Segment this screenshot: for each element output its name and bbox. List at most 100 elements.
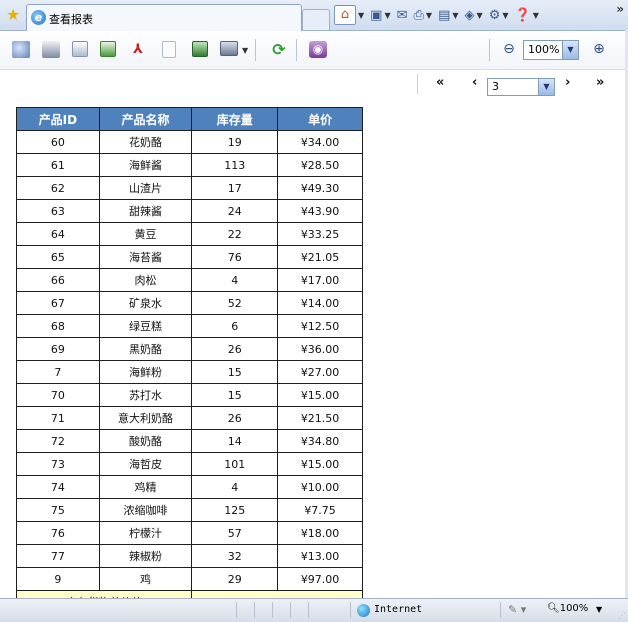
cell-product-id: 75 [16,498,100,522]
cell-stock: 125 [191,498,279,522]
cell-product-id: 64 [16,222,100,246]
export-pdf-icon[interactable]: ⅄ [129,41,147,58]
zoom-in-icon[interactable]: ⊕ [590,40,608,58]
cell-stock: 113 [191,153,279,177]
chevron-down-icon[interactable]: ▼ [538,79,554,95]
favorites-star-icon[interactable]: ★ [6,5,20,24]
toolbar-divider [296,39,297,61]
help-menu-button[interactable]: ❓ ▼ [515,8,539,23]
chevron-down-icon: ▼ [476,10,483,20]
cell-product-name: 苏打水 [98,383,193,407]
cell-product-name: 柠檬汁 [98,521,193,545]
print-icon[interactable] [42,41,60,58]
find-icon[interactable] [12,41,30,58]
security-zone: Internet [374,604,423,615]
table-row: 68 绿豆糕 6 ¥12.50 [16,314,363,338]
export-word-icon[interactable] [72,41,88,57]
cell-product-id: 62 [16,176,100,200]
tab-title: 查看报表 [49,13,93,26]
browser-tab[interactable]: e 查看报表 [26,4,302,31]
cell-stock: 4 [191,475,279,499]
feeds-button[interactable]: ▣ ▼ [370,8,390,23]
cell-unit-price: ¥21.05 [277,245,363,269]
protected-mode-icon[interactable]: ✎ ▾ [508,603,526,616]
cell-unit-price: ¥15.00 [277,452,363,476]
more-commands-chevron[interactable]: » [616,2,624,16]
cell-unit-price: ¥28.50 [277,153,363,177]
cell-product-name: 甜辣酱 [98,199,193,223]
column-header-product-id: 产品ID [16,107,100,131]
cell-unit-price: ¥18.00 [277,521,363,545]
new-tab-button[interactable] [302,9,330,30]
table-row: 62 山渣片 17 ¥49.30 [16,176,363,200]
ie-page-icon: e [31,10,46,25]
cell-unit-price: ¥17.00 [277,268,363,292]
mail-button[interactable]: ✉ [397,8,408,23]
last-page-button[interactable]: » [596,75,604,90]
chevron-down-icon[interactable]: ▼ [562,41,578,59]
cell-product-id: 63 [16,199,100,223]
cell-unit-price: ¥27.00 [277,360,363,384]
prev-page-button[interactable]: ‹ [472,75,477,90]
cell-product-name: 意大利奶酪 [98,406,193,430]
status-zoom[interactable]: 🔍︎100% [547,603,588,614]
cell-product-name: 花奶酪 [98,130,193,154]
command-bar: ⌂ ▼ ▣ ▼ ✉ ⎙ ▼ ▤ ▼ ◈ ▼ ⚙ ▼ ❓ ▼ [334,3,545,27]
cell-stock: 4 [191,268,279,292]
cell-product-id: 61 [16,153,100,177]
cell-product-name: 山渣片 [98,176,193,200]
cell-unit-price: ¥14.00 [277,291,363,315]
print-button[interactable]: ⎙ ▼ [414,8,433,23]
home-button[interactable]: ⌂ ▼ [334,5,364,25]
table-row: 60 花奶酪 19 ¥34.00 [16,130,363,154]
refresh-icon[interactable]: ⟳ [270,41,288,58]
cell-product-id: 67 [16,291,100,315]
cell-product-id: 72 [16,429,100,453]
safety-menu-button[interactable]: ◈ ▼ [465,8,483,23]
cell-product-name: 辣椒粉 [98,544,193,568]
status-bar: Internet ✎ ▾ 🔍︎100% ▼ ⋰ [0,598,628,622]
cell-stock: 32 [191,544,279,568]
inventory-report-table: 产品ID 产品名称 库存量 单价 60 花奶酪 19 ¥34.00 61 海鲜酱 113 ¥2… [15,107,363,614]
export-excel-icon[interactable] [100,41,116,57]
pager: « ‹ 3 ▼ › » [0,70,628,98]
export-image-icon[interactable] [192,41,208,57]
page-menu-button[interactable]: ▤ ▼ [438,8,458,23]
status-divider [308,602,309,618]
cell-unit-price: ¥10.00 [277,475,363,499]
status-divider [290,602,291,618]
zoom-out-icon[interactable]: ⊖ [500,40,518,58]
resize-grip-icon[interactable]: ⋰ [618,611,626,620]
report-toolbar: ⅄ ▼ ⟳ ◉ ⊖ 100% ▼ ⊕ [0,31,628,70]
column-header-product-name: 产品名称 [98,107,193,131]
cell-product-name: 鸡精 [98,475,193,499]
display-mode-icon[interactable] [220,41,238,56]
export-text-icon[interactable] [162,41,176,58]
tools-menu-button[interactable]: ⚙ ▼ [489,8,509,23]
page-select[interactable]: 3 ▼ [487,78,555,96]
cell-unit-price: ¥21.50 [277,406,363,430]
globe-icon [357,604,370,617]
shield-icon: ◈ [464,7,475,23]
cell-product-name: 浓缩咖啡 [98,498,193,522]
chevron-down-icon: ▼ [502,10,509,20]
cell-product-id: 60 [16,130,100,154]
table-row: 73 海哲皮 101 ¥15.00 [16,452,363,476]
chevron-down-icon[interactable]: ▼ [596,605,602,614]
table-row: 61 海鲜酱 113 ¥28.50 [16,153,363,177]
magnifier-icon: 🔍︎ [547,603,560,614]
cell-unit-price: ¥43.90 [277,199,363,223]
cell-stock: 15 [191,383,279,407]
cell-stock: 26 [191,406,279,430]
cell-unit-price: ¥13.00 [277,544,363,568]
first-page-button[interactable]: « [436,75,444,90]
cell-product-name: 绿豆糕 [98,314,193,338]
zoom-select[interactable]: 100% ▼ [523,40,579,60]
column-header-stock: 库存量 [191,107,279,131]
chevron-down-icon[interactable]: ▼ [242,46,248,55]
next-page-button[interactable]: › [565,75,570,90]
cell-product-id: 70 [16,383,100,407]
cell-product-id: 66 [16,268,100,292]
rss-icon[interactable]: ◉ [309,41,327,58]
cell-product-id: 73 [16,452,100,476]
